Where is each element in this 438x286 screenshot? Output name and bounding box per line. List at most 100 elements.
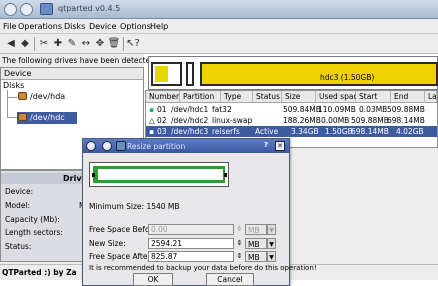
menu-device[interactable]: Device: [89, 22, 116, 31]
cell-size: 3.34GB: [291, 127, 319, 136]
create-icon[interactable]: ✚: [51, 37, 65, 51]
left-resize-handle[interactable]: [92, 173, 95, 177]
tree-root-disks[interactable]: Disks: [3, 81, 24, 90]
resize-partition-graphic[interactable]: [89, 162, 229, 187]
window-title: qtparted v0.4.5: [58, 4, 121, 13]
cell-size: 188.26MB: [283, 116, 321, 125]
cell-used: 1.50GB: [325, 127, 353, 136]
undo-icon[interactable]: ◀: [4, 37, 18, 51]
free-after-input[interactable]: 825.87: [148, 251, 234, 262]
cell-end: 698.14MB: [387, 116, 425, 125]
minimum-size-label: Minimum Size: 1540 MB: [89, 202, 180, 211]
menu-operations[interactable]: Operations: [18, 22, 62, 31]
close-icon[interactable]: ✕: [275, 141, 285, 151]
device-column-header[interactable]: Device: [1, 68, 143, 80]
cell-start: 0.03MB: [359, 105, 388, 114]
cell-end: 4.02GB: [396, 127, 424, 136]
free-before-input[interactable]: 0.00: [148, 224, 234, 235]
drive-device-label: Device:: [5, 187, 34, 196]
redo-icon[interactable]: ◆: [18, 37, 32, 51]
partition-block-hdc2[interactable]: [186, 62, 194, 86]
col-label[interactable]: La: [425, 91, 437, 103]
col-end[interactable]: End: [391, 91, 425, 103]
right-resize-handle[interactable]: [224, 173, 227, 177]
tree-line: [7, 97, 17, 98]
cell-used: 110.09MB: [318, 105, 356, 114]
cell-type: reiserfs: [212, 127, 240, 136]
partition-map-label: hdc3 (1.50GB): [320, 73, 375, 82]
window-menu-button[interactable]: [4, 3, 17, 16]
dialog-menu-button[interactable]: [86, 141, 96, 151]
cell-number: 01: [157, 105, 167, 114]
cell-partition: /dev/hdc1: [171, 105, 209, 114]
cell-size: 509.84MB: [283, 105, 321, 114]
new-size-unit-select[interactable]: MB: [245, 238, 267, 249]
cell-start: 509.88MB: [351, 116, 389, 125]
cell-number: 03: [157, 127, 167, 136]
drive-info-panel: Drive Device: Model: M Capacity (Mb): Le…: [0, 170, 87, 262]
harddisk-icon: [18, 92, 27, 100]
chevron-down-icon[interactable]: ▼: [267, 238, 276, 249]
window-shade-button[interactable]: [20, 3, 33, 16]
col-status[interactable]: Status: [253, 91, 282, 103]
col-partition[interactable]: Partition: [180, 91, 221, 103]
free-before-unit-select[interactable]: MB: [245, 224, 267, 235]
toolbar-separator: [34, 37, 35, 51]
partition-map: hdc3 (1.50GB): [148, 56, 438, 90]
menu-help[interactable]: Help: [150, 22, 168, 31]
free-after-spinner[interactable]: ⇕: [235, 251, 244, 262]
cut-icon[interactable]: ✂: [37, 37, 51, 51]
dialog-shade-button[interactable]: [102, 141, 112, 151]
cell-number: 02: [157, 116, 167, 125]
app-icon: [116, 141, 126, 151]
partition-row[interactable]: ▪ 01 /dev/hdc1 fat32 509.84MB 110.09MB 0…: [146, 104, 437, 115]
cell-partition: /dev/hdc3: [171, 127, 209, 136]
free-after-unit-select[interactable]: MB: [245, 251, 267, 262]
resize-partition-dialog: Resize partition ? ✕ Minimum Size: 1540 …: [82, 138, 317, 286]
partition-icon: △: [149, 116, 155, 125]
tree-item-hdc-selected[interactable]: /dev/hdc: [17, 112, 77, 124]
new-size-spinner[interactable]: ⇕: [235, 238, 244, 249]
menu-file[interactable]: File: [3, 22, 16, 31]
move-icon[interactable]: ↔: [79, 37, 93, 51]
cell-end: 509.88MB: [387, 105, 425, 114]
dialog-title: Resize partition: [127, 142, 186, 151]
partition-block-hdc1[interactable]: [151, 62, 182, 86]
chevron-down-icon[interactable]: ▼: [267, 251, 276, 262]
cell-partition: /dev/hdc2: [171, 116, 209, 125]
resize-icon[interactable]: ✥: [93, 37, 107, 51]
free-after-label: Free Space After:: [89, 252, 153, 261]
cell-status: Active: [255, 127, 279, 136]
cancel-button[interactable]: Cancel: [206, 273, 254, 286]
app-icon: [40, 3, 53, 15]
col-size[interactable]: Size: [282, 91, 316, 103]
col-type[interactable]: Type: [221, 91, 253, 103]
partition-block-hdc3[interactable]: hdc3 (1.50GB): [200, 62, 438, 86]
help-button[interactable]: ?: [261, 141, 271, 151]
toolbar-separator: [123, 37, 124, 51]
menu-options[interactable]: Options: [120, 22, 151, 31]
free-before-spinner[interactable]: ⇕: [235, 224, 244, 235]
ok-button[interactable]: OK: [133, 273, 173, 286]
chevron-down-icon[interactable]: ▼: [267, 224, 276, 235]
used-space-fill: [155, 66, 168, 82]
partition-size-frame: [93, 166, 225, 183]
drive-model-label: Model:: [5, 201, 31, 210]
whatsthis-icon[interactable]: ↖?: [126, 37, 140, 51]
partition-row[interactable]: △ 02 /dev/hdc2 linux-swap 188.26MB 0.00M…: [146, 115, 437, 126]
tree-item-label: /dev/hda: [30, 92, 66, 101]
col-used-space[interactable]: Used space: [316, 91, 362, 103]
delete-icon[interactable]: 🗑: [107, 37, 121, 51]
cell-type: linux-swap: [212, 116, 253, 125]
edit-icon[interactable]: ✎: [65, 37, 79, 51]
dialog-titlebar: Resize partition ? ✕: [83, 139, 289, 153]
menu-disks[interactable]: Disks: [64, 22, 85, 31]
cell-type: fat32: [212, 105, 232, 114]
new-size-input[interactable]: 2594.21: [148, 238, 234, 249]
partition-row-selected[interactable]: ▪ 03 /dev/hdc3 reiserfs Active 3.34GB 1.…: [146, 126, 437, 137]
tree-item-hda[interactable]: /dev/hda: [18, 92, 65, 101]
col-number[interactable]: Number: [146, 91, 180, 103]
drive-status-label: Status:: [5, 242, 32, 251]
col-start[interactable]: Start: [356, 91, 391, 103]
cell-start: 698.14MB: [351, 127, 389, 136]
